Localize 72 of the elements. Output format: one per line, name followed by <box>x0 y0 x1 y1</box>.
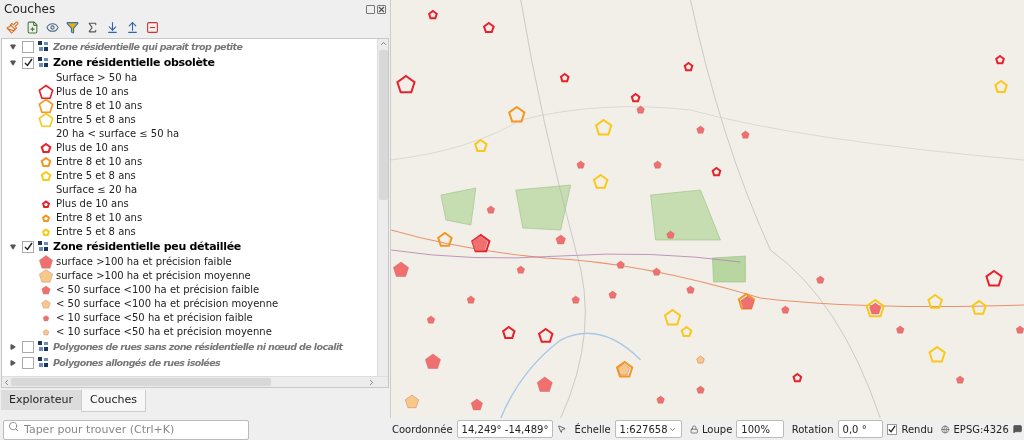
polygon-layer-icon <box>38 357 49 369</box>
collapse-arrow-icon[interactable] <box>10 243 18 250</box>
expand-arrow-icon[interactable] <box>10 343 18 350</box>
scale-dropdown[interactable]: 1:627658 <box>614 420 682 438</box>
collapse-all-icon[interactable] <box>126 21 139 35</box>
scroll-left-icon[interactable] <box>2 377 11 387</box>
coordinate-label: Coordonnée <box>392 422 453 437</box>
globe-icon[interactable] <box>941 423 950 435</box>
crs-label[interactable]: EPSG:4326 <box>953 421 1009 437</box>
polygon-layer-icon <box>38 241 49 253</box>
horizontal-scrollbar[interactable] <box>2 376 388 387</box>
legend-label: Entre 5 et 8 ans <box>56 169 136 184</box>
layer-name[interactable]: Polygones allongés de rues isolées <box>53 355 221 370</box>
legend-label: < 10 surface <50 ha et précision faible <box>56 311 253 326</box>
lock-icon[interactable] <box>689 423 698 435</box>
search-icon <box>8 421 19 432</box>
scale-label: Échelle <box>574 422 611 437</box>
legend-label: surface >100 ha et précision moyenne <box>56 269 251 284</box>
close-icon[interactable] <box>377 4 386 14</box>
layer-checkbox[interactable] <box>22 56 34 69</box>
search-field[interactable]: Taper pour trouver (Ctrl+K) <box>3 419 249 440</box>
polygon-layer-icon <box>38 41 49 53</box>
paintbrush-icon[interactable] <box>6 21 19 35</box>
coordinate-field[interactable]: 14,249° -14,489° <box>456 420 554 438</box>
legend-label: Plus de 10 ans <box>56 197 129 212</box>
layer-name[interactable]: Polygones de rues sans zone résidentielle ni nœud de localit <box>53 339 343 354</box>
legend-group-label: Surface > 50 ha <box>56 71 138 86</box>
expand-arrow-icon[interactable] <box>10 359 18 366</box>
layer-checkbox[interactable] <box>22 340 34 353</box>
remove-layer-icon[interactable] <box>146 21 159 35</box>
legend-label: Plus de 10 ans <box>56 141 129 156</box>
magnifier-label: Loupe <box>701 422 733 437</box>
eye-icon[interactable] <box>46 21 59 35</box>
panel-tab[interactable]: Explorateur <box>1 390 82 410</box>
legend-group-label: Surface ≤ 20 ha <box>56 183 138 198</box>
sigma-icon[interactable] <box>86 21 99 35</box>
polygon-layer-icon <box>38 341 49 353</box>
legend-label: Entre 5 et 8 ans <box>56 225 136 240</box>
render-checkbox[interactable] <box>887 423 898 435</box>
layer-name[interactable]: Zone résidentielle qui paraît trop petite <box>53 39 243 54</box>
expand-all-icon[interactable] <box>106 21 119 35</box>
add-file-icon[interactable] <box>26 21 39 35</box>
polygon-layer-icon <box>38 57 49 69</box>
legend-label: Entre 5 et 8 ans <box>56 113 136 128</box>
panel-title: Couches <box>4 1 56 18</box>
legend-label: Entre 8 et 10 ans <box>56 155 143 170</box>
legend-label: Entre 8 et 10 ans <box>56 211 143 226</box>
vertical-scrollbar[interactable] <box>377 38 388 376</box>
filter-icon[interactable] <box>66 21 79 35</box>
layer-checkbox[interactable] <box>22 240 34 253</box>
rotation-label: Rotation <box>791 422 834 437</box>
legend-label: surface >100 ha et précision faible <box>56 255 232 270</box>
collapse-arrow-icon[interactable] <box>10 43 18 50</box>
rotation-field[interactable]: 0,0 ° <box>837 420 884 438</box>
magnifier-field[interactable]: 100% <box>736 420 784 438</box>
legend-label: Plus de 10 ans <box>56 85 129 100</box>
legend-group-label: 20 ha < surface ≤ 50 ha <box>56 127 180 142</box>
layer-name[interactable]: Zone résidentielle peu détaillée <box>53 238 241 256</box>
layer-checkbox[interactable] <box>22 356 34 369</box>
pointer-icon[interactable] <box>557 423 567 435</box>
layer-checkbox[interactable] <box>22 40 34 53</box>
render-label: Rendu <box>901 422 934 437</box>
legend-label: < 50 surface <100 ha et précision moyenne <box>56 297 279 312</box>
legend-label: Entre 8 et 10 ans <box>56 99 143 114</box>
scroll-right-icon[interactable] <box>367 377 376 387</box>
collapse-arrow-icon[interactable] <box>10 59 18 66</box>
message-icon[interactable] <box>1012 423 1022 435</box>
float-panel-icon[interactable] <box>366 4 375 14</box>
legend-label: < 10 surface <50 ha et précision moyenne <box>56 325 272 340</box>
panel-tab[interactable]: Couches <box>81 390 146 412</box>
layer-name[interactable]: Zone résidentielle obsolète <box>53 54 215 72</box>
legend-label: < 50 surface <100 ha et précision faible <box>56 283 260 298</box>
